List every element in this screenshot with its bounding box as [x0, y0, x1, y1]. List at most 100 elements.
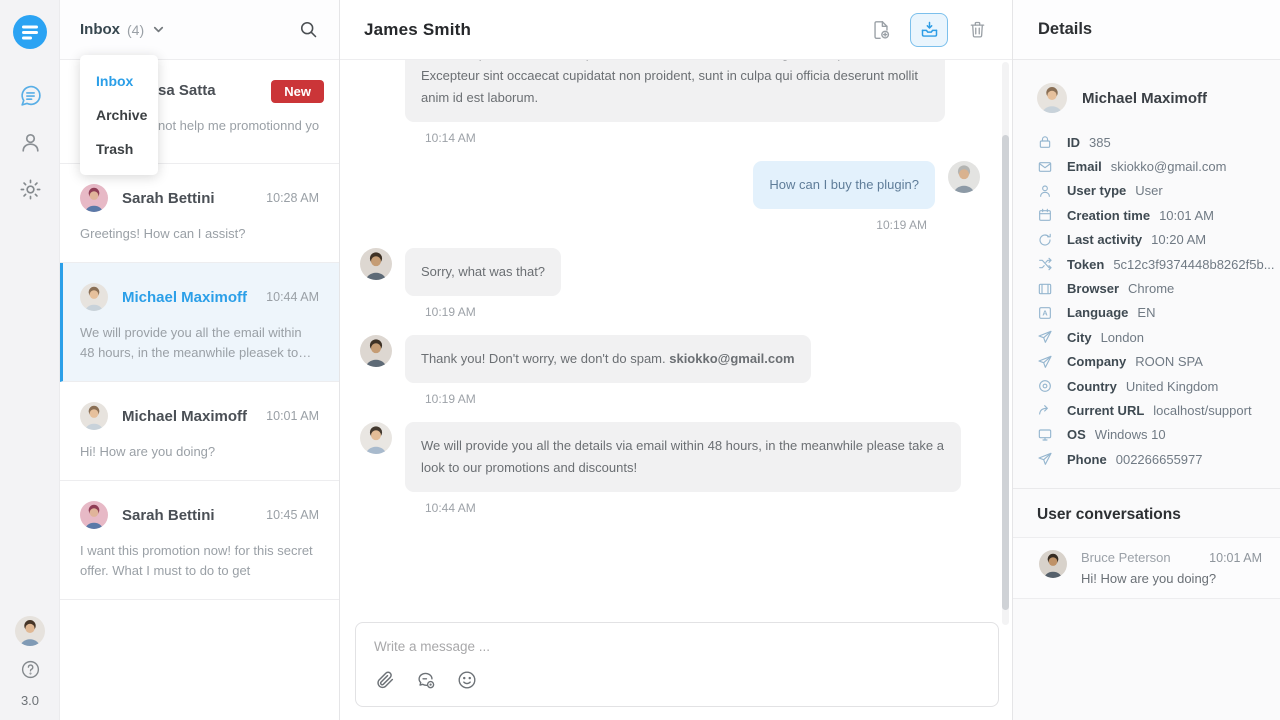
message-history[interactable]: dolor in reprehenderit in voluptate veli… [340, 60, 1012, 622]
field-current-url: Current URL localhost/support [1037, 398, 1280, 422]
details-title: Details [1038, 20, 1092, 39]
note-add-button[interactable] [868, 17, 894, 43]
paper-plane-icon [1037, 451, 1053, 467]
conversation-preview: Hi! How are you doing? [1081, 571, 1262, 586]
conversations-tab-chat-bubble-icon[interactable] [17, 82, 43, 108]
search-button[interactable] [295, 17, 321, 43]
conversation-name: Sarah Bettini [122, 190, 252, 207]
refresh-icon [1037, 232, 1053, 248]
message-bubble: How can I buy the plugin? [753, 161, 935, 209]
location-pin-icon [1037, 378, 1053, 394]
conversation-item-sarah-2[interactable]: Sarah Bettini 10:45 AM I want this promo… [60, 481, 339, 600]
conversation-item-michael-1-selected[interactable]: Michael Maximoff 10:44 AM We will provid… [60, 263, 339, 382]
message-sent: How can I buy the plugin? [360, 161, 980, 209]
inbox-filter-label: Inbox [80, 21, 120, 38]
rail-nav [0, 82, 60, 202]
mail-icon [1037, 159, 1053, 175]
message-received: Thank you! Don't worry, we don't do spam… [360, 335, 980, 383]
details-header: Details [1013, 0, 1280, 60]
avatar [80, 501, 108, 529]
profile-name: Michael Maximoff [1082, 90, 1207, 107]
delete-conversation-button[interactable] [964, 17, 990, 43]
message-time: 10:14 AM [425, 131, 980, 145]
svg-text:A: A [1042, 309, 1048, 318]
emoji-icon [456, 669, 478, 691]
app-version: 3.0 [21, 693, 39, 708]
message-time: 10:44 AM [425, 501, 980, 515]
contacts-tab-person-icon[interactable] [17, 129, 43, 155]
inbox-count: (4) [127, 22, 144, 38]
dropdown-item-trash[interactable]: Trash [80, 132, 158, 166]
icon-rail: 3.0 [0, 0, 60, 720]
search-icon [298, 19, 319, 40]
support-chat-app: 3.0 Inbox (4) Inbox Archive Trash sa Sat… [0, 0, 1280, 720]
conversation-item-michael-2[interactable]: Michael Maximoff 10:01 AM Hi! How are yo… [60, 382, 339, 481]
chat-scrollbar-thumb[interactable] [1002, 135, 1009, 610]
paperclip-icon [374, 669, 396, 691]
user-conversations-title: User conversations [1013, 489, 1280, 537]
share-arrow-icon [1037, 402, 1053, 418]
paper-plane-icon [1037, 329, 1053, 345]
message-time: 10:19 AM [425, 392, 980, 406]
inbox-filter-dropdown-menu: Inbox Archive Trash [80, 55, 158, 175]
chat-actions [868, 13, 990, 47]
conversation-preview: Hi! How are you doing? [80, 442, 319, 462]
conversation-name: Bruce Peterson [1081, 550, 1171, 565]
attachment-button[interactable] [374, 669, 396, 691]
field-creation-time: Creation time 10:01 AM [1037, 203, 1280, 227]
message-received: Sorry, what was that? [360, 248, 980, 296]
conversation-name: Sarah Bettini [122, 507, 252, 524]
message-bubble: dolor in reprehenderit in voluptate veli… [405, 60, 945, 122]
conversation-time: 10:45 AM [266, 508, 319, 522]
shuffle-icon [1037, 256, 1053, 272]
trash-icon [967, 19, 988, 40]
message-bubble: We will provide you all the details via … [405, 422, 961, 492]
language-icon: A [1037, 305, 1053, 321]
chat-header: James Smith [340, 0, 1012, 60]
message-bubble: Thank you! Don't worry, we don't do spam… [405, 335, 811, 383]
avatar [80, 402, 108, 430]
field-token: Token 5c12c3f9374448b8262f5b... [1037, 252, 1280, 276]
avatar [948, 161, 980, 193]
dropdown-item-archive[interactable]: Archive [80, 98, 158, 132]
avatar [1039, 550, 1067, 578]
settings-tab-gear-icon[interactable] [17, 176, 43, 202]
app-logo-icon[interactable] [12, 14, 48, 50]
chevron-down-icon [151, 22, 166, 37]
field-language: A Language EN [1037, 301, 1280, 325]
conversation-preview: not help me promotionnd yo [158, 118, 333, 133]
paper-plane-icon [1037, 354, 1053, 370]
avatar [360, 335, 392, 367]
avatar [80, 283, 108, 311]
user-fields: ID 385 Email skiokko@gmail.com User type… [1013, 130, 1280, 471]
canned-response-icon [415, 669, 437, 692]
field-user-type: User type User [1037, 179, 1280, 203]
inbox-filter-dropdown-toggle[interactable]: Inbox (4) [80, 21, 166, 38]
conversation-name: sa Satta [158, 82, 216, 99]
calendar-icon [1037, 207, 1053, 223]
help-question-icon[interactable] [20, 659, 41, 680]
details-panel: Details Michael Maximoff ID 385 Email sk… [1012, 0, 1280, 720]
chat-scrollbar[interactable] [1002, 62, 1009, 625]
message-composer [355, 622, 999, 707]
message-received: dolor in reprehenderit in voluptate veli… [360, 60, 980, 122]
emoji-button[interactable] [456, 669, 478, 691]
dropdown-item-inbox[interactable]: Inbox [80, 64, 158, 98]
canned-response-button[interactable] [415, 669, 437, 691]
user-conversation-item-bruce[interactable]: Bruce Peterson 10:01 AM Hi! How are you … [1013, 537, 1280, 599]
conversation-preview: We will provide you all the email within… [80, 323, 319, 363]
avatar [360, 422, 392, 454]
conversation-preview: I want this promotion now! for this secr… [80, 541, 319, 581]
conversation-preview: Greetings! How can I assist? [80, 224, 319, 244]
conversation-item-sarah-1[interactable]: Sarah Bettini 10:28 AM Greetings! How ca… [60, 164, 339, 263]
conversation-name: Michael Maximoff [122, 408, 252, 425]
message-input[interactable] [374, 639, 980, 654]
new-badge: New [271, 80, 324, 103]
avatar [1037, 83, 1067, 113]
user-icon [1037, 183, 1053, 199]
field-id: ID 385 [1037, 130, 1280, 154]
conversation-time: 10:44 AM [266, 290, 319, 304]
current-user-avatar[interactable] [15, 616, 45, 646]
archive-conversation-button[interactable] [910, 13, 948, 47]
field-email: Email skiokko@gmail.com [1037, 154, 1280, 178]
